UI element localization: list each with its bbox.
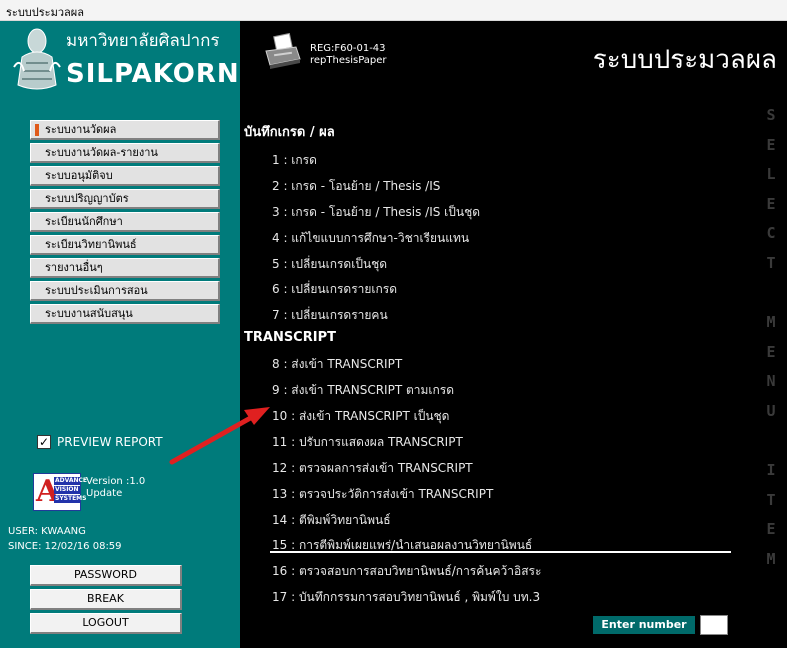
menu-option-7[interactable]: 7 : เปลี่ยนเกรดรายคน xyxy=(272,306,388,325)
password-button[interactable]: PASSWORD xyxy=(30,565,182,586)
enter-number-input[interactable] xyxy=(700,615,728,635)
preview-report-checkbox[interactable]: ✓ xyxy=(37,435,51,449)
report-name: repThesisPaper xyxy=(310,55,387,66)
sidebar-item-grading-report[interactable]: ระบบงานวัดผล-รายงาน xyxy=(30,143,220,163)
user-name: USER: KWAANG xyxy=(8,526,86,537)
vertical-letter: M xyxy=(766,549,776,568)
menu-option-9[interactable]: 9 : ส่งเข้า TRANSCRIPT ตามเกรด xyxy=(272,381,454,400)
menu-option-14[interactable]: 14 : ตีพิมพ์วิทยานิพนธ์ xyxy=(272,511,391,530)
sidebar-item-graduation-approval[interactable]: ระบบอนุมัติจบ xyxy=(30,166,220,186)
menu-option-10[interactable]: 10 : ส่งเข้า TRANSCRIPT เป็นชุด xyxy=(272,407,449,426)
report-code: REG:F60-01-43 repThesisPaper xyxy=(310,43,387,67)
university-name-english: SILPAKORN xyxy=(66,59,240,89)
menu-option-3[interactable]: 3 : เกรด - โอนย้าย / Thesis /IS เป็นชุด xyxy=(272,203,480,222)
university-logo-area: มหาวิทยาลัยศิลปากร SILPAKORN xyxy=(8,25,240,109)
menu-option-5[interactable]: 5 : เปลี่ยนเกรดเป็นชุด xyxy=(272,255,387,274)
vertical-letter: I xyxy=(766,461,776,480)
vertical-letter: E xyxy=(766,342,776,361)
vertical-letter: N xyxy=(766,372,776,391)
sidebar-item-grading[interactable]: ระบบงานวัดผล xyxy=(30,120,220,140)
main-panel: REG:F60-01-43 repThesisPaper ระบบประมวลผ… xyxy=(240,21,787,648)
vertical-letter: S xyxy=(766,106,776,124)
university-emblem-icon xyxy=(13,28,61,90)
window-titlebar: ระบบประมวลผล xyxy=(0,0,787,21)
menu-option-16[interactable]: 16 : ตรวจสอบการสอบวิทยานิพนธ์/การค้นคว้า… xyxy=(272,562,541,581)
menu-option-2[interactable]: 2 : เกรด - โอนย้าย / Thesis /IS xyxy=(272,177,440,196)
printer-icon xyxy=(265,33,301,69)
update-label: Update xyxy=(86,488,123,499)
sidebar-item-other-reports[interactable]: รายงานอื่นๆ xyxy=(30,258,220,278)
vendor-word: VISION xyxy=(54,486,80,494)
sidebar-item-student-records[interactable]: ระเบียนนักศึกษา xyxy=(30,212,220,232)
vertical-letter: L xyxy=(766,165,776,184)
logout-button[interactable]: LOGOUT xyxy=(30,613,182,634)
menu-option-4[interactable]: 4 : แก้ไขแบบการศึกษา-วิชาเรียนแทน xyxy=(272,229,469,248)
vertical-letter: U xyxy=(766,401,776,420)
login-since: SINCE: 12/02/16 08:59 xyxy=(8,541,122,552)
vertical-letter: E xyxy=(766,520,776,539)
vertical-letter xyxy=(761,279,781,309)
vendor-logo-box: A ADVANCE VISION SYSTEMS xyxy=(33,473,88,511)
sidebar-item-teaching-evaluation[interactable]: ระบบประเมินการสอน xyxy=(30,281,220,301)
vendor-word: ADVANCE xyxy=(54,477,88,485)
vertical-letter: C xyxy=(766,224,776,243)
preview-report-label: PREVIEW REPORT xyxy=(57,435,163,449)
vertical-letter: E xyxy=(766,194,776,213)
vertical-letter xyxy=(761,427,781,457)
menu-option-12[interactable]: 12 : ตรวจผลการส่งเข้า TRANSCRIPT xyxy=(272,459,473,478)
menu-option-8[interactable]: 8 : ส่งเข้า TRANSCRIPT xyxy=(272,355,402,374)
version-label: Version :1.0 xyxy=(86,476,146,487)
vendor-word: SYSTEMS xyxy=(54,495,87,503)
menu-option-1[interactable]: 1 : เกรด xyxy=(272,151,317,170)
vertical-select-menu-text: SELECT MENU ITEM xyxy=(761,101,781,575)
user-info: USER: KWAANG SINCE: 12/02/16 08:59 xyxy=(8,524,122,554)
menu-separator xyxy=(270,551,731,553)
vendor-logo-words: ADVANCE VISION SYSTEMS xyxy=(54,477,88,504)
menu-option-6[interactable]: 6 : เปลี่ยนเกรดรายเกรด xyxy=(272,280,397,299)
enter-number-label: Enter number xyxy=(593,616,695,634)
report-code-value: REG:F60-01-43 xyxy=(310,43,386,54)
menu-option-13[interactable]: 13 : ตรวจประวัติการส่งเข้า TRANSCRIPT xyxy=(272,485,493,504)
system-buttons: PASSWORD BREAK LOGOUT xyxy=(30,565,182,637)
page-title: ระบบประมวลผล xyxy=(592,45,777,75)
sidebar-item-degree[interactable]: ระบบปริญญาบัตร xyxy=(30,189,220,209)
vertical-letter: M xyxy=(766,313,776,332)
menu-option-17[interactable]: 17 : บันทึกกรรมการสอบวิทยานิพนธ์ , พิมพ์… xyxy=(272,588,540,607)
sidebar-menu: ระบบงานวัดผล ระบบงานวัดผล-รายงาน ระบบอนุ… xyxy=(30,120,220,327)
sidebar: มหาวิทยาลัยศิลปากร SILPAKORN ระบบงานวัดผ… xyxy=(0,21,240,648)
menu-option-11[interactable]: 11 : ปรับการแสดงผล TRANSCRIPT xyxy=(272,433,463,452)
vertical-letter: T xyxy=(766,490,776,509)
university-name-thai: มหาวิทยาลัยศิลปากร xyxy=(66,31,220,51)
section-title-transcript: TRANSCRIPT xyxy=(244,330,336,345)
version-info: Version :1.0 Update xyxy=(86,476,145,500)
section-title-grades: บันทึกเกรด / ผล xyxy=(244,125,335,140)
window-title: ระบบประมวลผล xyxy=(6,6,84,19)
vertical-letter: E xyxy=(766,135,776,154)
sidebar-item-support[interactable]: ระบบงานสนับสนุน xyxy=(30,304,220,324)
break-button[interactable]: BREAK xyxy=(30,589,182,610)
vertical-letter: T xyxy=(766,253,776,272)
sidebar-item-thesis-records[interactable]: ระเบียนวิทยานิพนธ์ xyxy=(30,235,220,255)
